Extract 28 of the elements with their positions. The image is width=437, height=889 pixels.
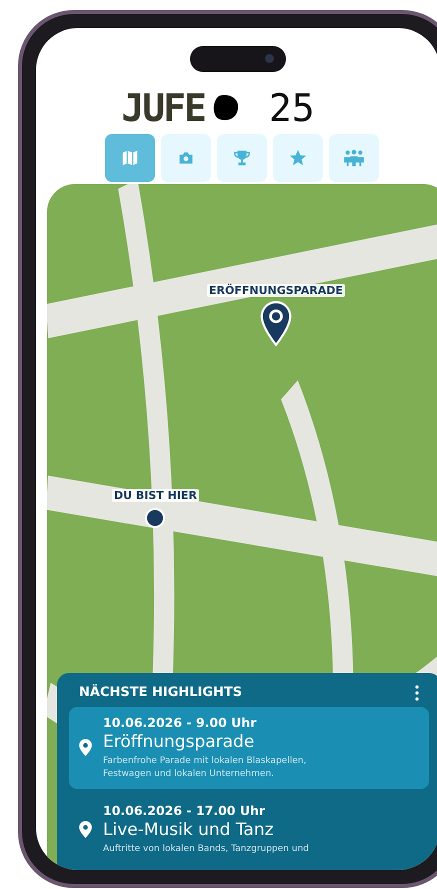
event-date: 10.06.2026 - 17.00 Uhr	[103, 802, 266, 818]
trophy-icon	[233, 149, 251, 167]
logo-year: 25	[268, 86, 315, 130]
star-icon	[289, 149, 307, 167]
event-description: Auftritte von lokalen Bands, Tanzgruppen und	[103, 842, 309, 856]
event-title: Eröffnungsparade	[103, 732, 256, 752]
camera-tab[interactable]	[161, 134, 211, 182]
map-icon	[121, 149, 139, 167]
event-title: Live-Musik und Tanz	[103, 820, 275, 840]
pin-label: ERÖFFNUNGSPARADE	[207, 284, 345, 297]
event-item[interactable]: 10.06.2026 - 17.00 Uhr Live-Musik und Tanz Auftritte von lokalen Bands, Tanzgruppen und	[69, 794, 429, 864]
more-options-icon[interactable]	[415, 684, 419, 701]
location-pin-icon	[79, 820, 92, 838]
location-pin-icon[interactable]	[258, 301, 293, 347]
logo-text: JUFE	[121, 86, 205, 130]
blob-icon	[210, 93, 241, 123]
camera-icon	[178, 150, 194, 166]
people-tab[interactable]	[329, 134, 379, 182]
people-icon	[343, 149, 365, 167]
location-pin-icon	[79, 739, 92, 756]
pin-label: DU BIST HIER	[112, 489, 199, 502]
event-item[interactable]: 10.06.2026 - 9.00 Uhr Eröffnungsparade Farbenfrohe Parade mit lokalen Blaskapellen, Festwagen und lokalen Unternehmen.	[69, 706, 429, 789]
map-tab[interactable]	[105, 134, 155, 182]
event-date: 10.06.2026 - 9.00 Uhr	[103, 714, 258, 730]
card-title: NÄCHSTE HIGHLIGHTS	[79, 685, 242, 700]
trophy-tab[interactable]	[217, 134, 267, 182]
event-description: Farbenfrohe Parade mit lokalen Blaskapellen, Festwagen und lokalen Unternehmen.	[103, 754, 308, 781]
star-tab[interactable]	[273, 134, 323, 182]
